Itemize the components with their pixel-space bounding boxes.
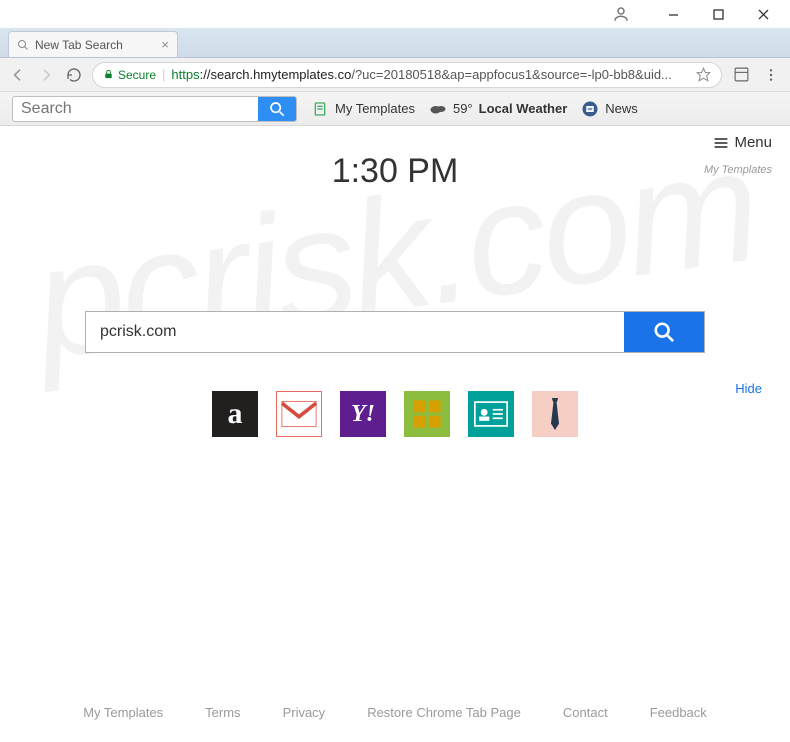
tile-amazon[interactable]: a: [212, 391, 258, 437]
main-search-box: [85, 311, 705, 353]
tile-business-card[interactable]: [468, 391, 514, 437]
toolbar-search-input[interactable]: [13, 97, 258, 121]
profile-icon[interactable]: [611, 4, 631, 24]
footer-restore[interactable]: Restore Chrome Tab Page: [367, 705, 521, 720]
close-tab-icon[interactable]: ×: [161, 37, 169, 52]
toolbar-templates-link[interactable]: My Templates: [311, 100, 415, 118]
back-button[interactable]: [8, 67, 28, 83]
tile-resume[interactable]: [404, 391, 450, 437]
star-icon[interactable]: [696, 67, 711, 82]
weather-icon: [429, 100, 447, 118]
toolbar-search: [12, 96, 297, 122]
footer-contact[interactable]: Contact: [563, 705, 608, 720]
window-titlebar: [0, 0, 790, 28]
minimize-button[interactable]: [651, 0, 696, 28]
weather-label: Local Weather: [479, 101, 568, 116]
menu-dots-icon[interactable]: [760, 67, 782, 83]
footer-templates[interactable]: My Templates: [83, 705, 163, 720]
toolbar-templates-label: My Templates: [335, 101, 415, 116]
tile-tie[interactable]: [532, 391, 578, 437]
address-bar-row: Secure | https://search.hmytemplates.co/…: [0, 58, 790, 92]
tab-title: New Tab Search: [35, 38, 123, 52]
url-text: https://search.hmytemplates.co/?uc=20180…: [171, 67, 690, 82]
forward-button[interactable]: [36, 67, 56, 83]
quick-tiles: a Y!: [0, 391, 790, 437]
extension-icon[interactable]: [730, 66, 752, 83]
browser-tab[interactable]: New Tab Search ×: [8, 31, 178, 57]
main-search-input[interactable]: [86, 312, 624, 352]
footer-terms[interactable]: Terms: [205, 705, 240, 720]
page-footer: My Templates Terms Privacy Restore Chrom…: [0, 705, 790, 720]
page-content: Menu My Templates 1:30 PM pcrisk.com Hid…: [0, 126, 790, 742]
news-label: News: [605, 101, 638, 116]
extension-toolbar: My Templates 59° Local Weather News: [0, 92, 790, 126]
maximize-button[interactable]: [696, 0, 741, 28]
secure-label: Secure: [118, 68, 156, 82]
tile-yahoo[interactable]: Y!: [340, 391, 386, 437]
footer-feedback[interactable]: Feedback: [650, 705, 707, 720]
tab-strip: New Tab Search ×: [0, 28, 790, 58]
search-icon: [17, 39, 29, 51]
reload-button[interactable]: [64, 67, 84, 83]
footer-privacy[interactable]: Privacy: [283, 705, 326, 720]
toolbar-search-button[interactable]: [258, 96, 296, 122]
main-search-button[interactable]: [624, 312, 704, 352]
weather-temp: 59°: [453, 101, 473, 116]
tile-gmail[interactable]: [276, 391, 322, 437]
close-button[interactable]: [741, 0, 786, 28]
address-bar[interactable]: Secure | https://search.hmytemplates.co/…: [92, 62, 722, 88]
toolbar-news-link[interactable]: News: [581, 100, 638, 118]
news-icon: [581, 100, 599, 118]
toolbar-weather-link[interactable]: 59° Local Weather: [429, 100, 567, 118]
document-icon: [311, 100, 329, 118]
secure-badge: Secure: [103, 68, 156, 82]
